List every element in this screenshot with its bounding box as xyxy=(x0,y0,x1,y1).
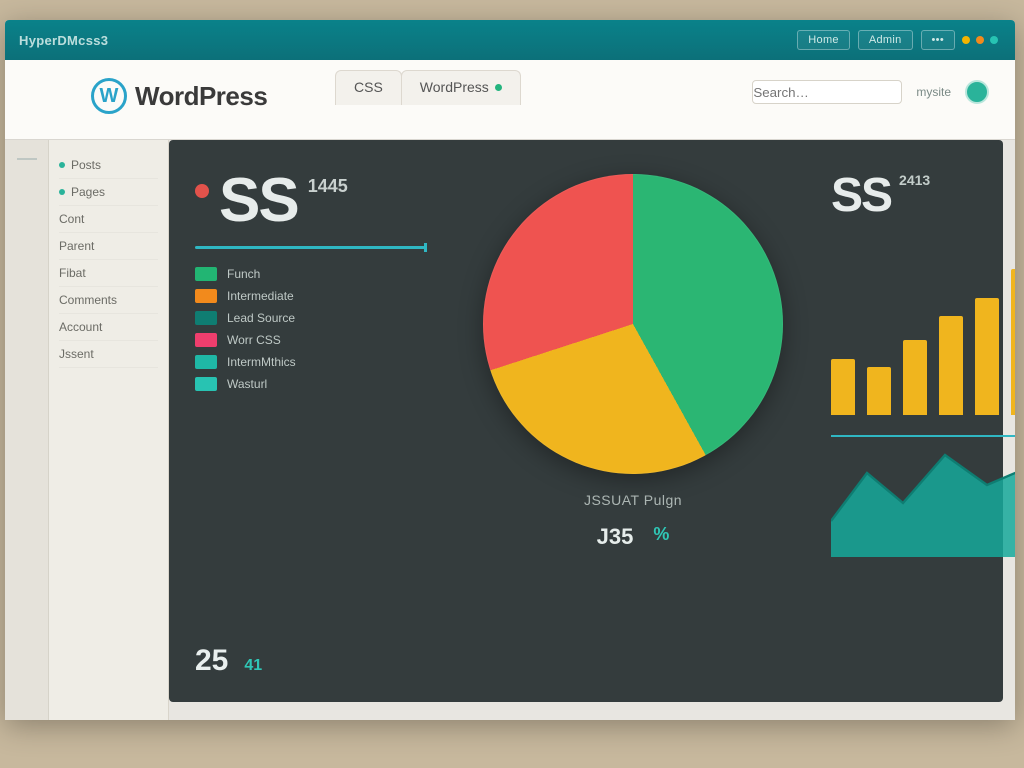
sidebar-item-label: Comments xyxy=(59,293,117,307)
wordpress-logo-text: WordPress xyxy=(135,81,267,112)
j-metric: J35 xyxy=(597,524,634,550)
legend-item[interactable]: Wasturl xyxy=(195,377,435,391)
sidebar-item-label: Cont xyxy=(59,212,84,226)
sidebar-item[interactable]: Account xyxy=(59,314,158,341)
wordpress-icon: W xyxy=(91,78,127,114)
sidebar-item-label: Posts xyxy=(71,158,101,172)
sidebar-item-label: Pages xyxy=(71,185,105,199)
sidebar-item[interactable]: Fibat xyxy=(59,260,158,287)
legend-label: Wasturl xyxy=(227,377,267,391)
sidebar-item[interactable]: Jssent xyxy=(59,341,158,368)
metric-value: 1445 xyxy=(308,176,348,197)
rail-divider xyxy=(17,158,37,160)
pie-chart xyxy=(483,174,783,474)
record-dot-icon xyxy=(195,184,209,198)
swatch-icon xyxy=(195,377,217,391)
tab-label: CSS xyxy=(354,79,383,95)
status-dot-icon xyxy=(976,36,984,44)
legend-label: Funch xyxy=(227,267,260,281)
swatch-icon xyxy=(195,333,217,347)
app-window: HyperDMcss3 Home Admin ••• W WordPress C… xyxy=(5,20,1015,720)
bar xyxy=(1011,269,1015,415)
secondary-metric-value: 2413 xyxy=(899,172,930,188)
legend-label: Intermediate xyxy=(227,289,294,303)
bar xyxy=(831,359,855,415)
secondary-metric: SS 2413 xyxy=(831,168,1015,223)
swatch-icon xyxy=(195,355,217,369)
sidebar-item-label: Fibat xyxy=(59,266,86,280)
pie-footer-metrics: J35 % xyxy=(597,524,670,550)
header-tabs: CSS WordPress xyxy=(335,70,520,105)
status-dot-icon xyxy=(990,36,998,44)
legend-label: IntermMthics xyxy=(227,355,296,369)
sidebar-item-label: Account xyxy=(59,320,102,334)
metric-label: SS xyxy=(219,170,298,232)
secondary-metric-label: SS xyxy=(831,168,891,223)
site-label: mysite xyxy=(916,85,951,99)
analytics-panel: SS 1445 Funch Intermediate Lead Source W… xyxy=(169,140,1003,702)
legend-item[interactable]: Funch xyxy=(195,267,435,281)
footer-metric-primary: 25 xyxy=(195,644,228,678)
legend-item[interactable]: Worr CSS xyxy=(195,333,435,347)
metric-underline xyxy=(195,246,425,249)
swatch-icon xyxy=(195,267,217,281)
bullet-icon xyxy=(59,189,65,195)
topbar-chip[interactable]: ••• xyxy=(921,30,955,50)
topbar-brand: HyperDMcss3 xyxy=(19,33,108,48)
swatch-icon xyxy=(195,289,217,303)
tab-css[interactable]: CSS xyxy=(335,70,402,105)
sidebar-item-label: Jssent xyxy=(59,347,94,361)
topbar: HyperDMcss3 Home Admin ••• xyxy=(5,20,1015,60)
legend-item[interactable]: Lead Source xyxy=(195,311,435,325)
sidebar-item[interactable]: Posts xyxy=(59,152,158,179)
sidebar-item[interactable]: Cont xyxy=(59,206,158,233)
tab-wordpress[interactable]: WordPress xyxy=(401,70,521,105)
topbar-chip[interactable]: Admin xyxy=(858,30,913,50)
bar xyxy=(939,316,963,415)
j-pct: % xyxy=(653,524,669,550)
legend-item[interactable]: IntermMthics xyxy=(195,355,435,369)
bullet-icon xyxy=(59,162,65,168)
area-chart xyxy=(831,435,1015,545)
topbar-chip[interactable]: Home xyxy=(797,30,850,50)
header: W WordPress CSS WordPress mysite xyxy=(5,60,1015,140)
legend-label: Worr CSS xyxy=(227,333,281,347)
avatar[interactable] xyxy=(965,80,989,104)
footer-metric-secondary: 41 xyxy=(244,657,262,675)
sidebar-item[interactable]: Pages xyxy=(59,179,158,206)
pie-chart-graphic xyxy=(483,174,783,474)
sidebar-item[interactable]: Parent xyxy=(59,233,158,260)
pie-legend: Funch Intermediate Lead Source Worr CSS … xyxy=(195,267,435,391)
bar-chart xyxy=(831,245,1015,415)
bar xyxy=(903,340,927,415)
icon-rail xyxy=(5,60,49,720)
bar xyxy=(975,298,999,415)
legend-item[interactable]: Intermediate xyxy=(195,289,435,303)
primary-metric: SS 1445 xyxy=(195,170,435,232)
bar xyxy=(867,367,891,415)
header-right: mysite xyxy=(752,80,989,104)
tab-label: WordPress xyxy=(420,79,489,95)
sidebar-item[interactable]: Comments xyxy=(59,287,158,314)
footer-metrics: 25 41 xyxy=(195,626,435,678)
legend-label: Lead Source xyxy=(227,311,295,325)
active-dot-icon xyxy=(495,84,502,91)
sidebar: Posts Pages Cont Parent Fibat Comments A… xyxy=(49,140,169,720)
right-column: 02.4 M SS 2413 400 300 200 100 xyxy=(831,164,1015,678)
swatch-icon xyxy=(195,311,217,325)
status-dot-icon xyxy=(962,36,970,44)
pie-column: JSSUAT Pulgn J35 % xyxy=(453,164,813,678)
metric-column: SS 1445 Funch Intermediate Lead Source W… xyxy=(195,164,435,678)
search-input[interactable] xyxy=(752,80,902,104)
sidebar-item-label: Parent xyxy=(59,239,94,253)
pie-caption: JSSUAT Pulgn xyxy=(584,492,682,508)
area-chart-graphic xyxy=(831,437,1015,557)
wordpress-logo[interactable]: W WordPress xyxy=(91,78,267,114)
